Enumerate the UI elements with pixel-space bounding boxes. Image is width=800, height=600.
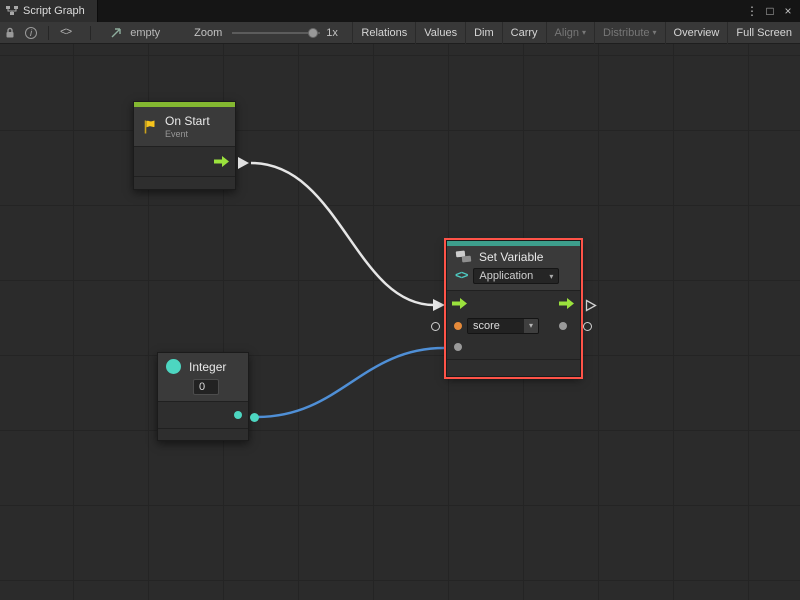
integer-type-icon: [166, 359, 181, 374]
node-subtitle: Event: [165, 129, 210, 139]
graph-icon: [6, 6, 18, 16]
info-icon[interactable]: i: [20, 22, 42, 44]
relations-button[interactable]: Relations: [352, 22, 415, 44]
on-start-port-row: [134, 147, 235, 176]
distribute-button: Distribute ▾: [594, 22, 664, 44]
selection-arrow-icon: [105, 22, 127, 44]
graph-canvas[interactable]: [0, 44, 800, 600]
variables-icon: [455, 250, 473, 264]
toolbar-separator: [48, 26, 49, 40]
connection-start-dot[interactable]: [250, 413, 259, 422]
chevron-down-icon[interactable]: ▾: [524, 319, 538, 333]
code-toggle-icon[interactable]: <>: [55, 22, 76, 44]
on-start-header: On Start Event: [134, 107, 235, 147]
zoom-label: Zoom: [194, 27, 222, 39]
control-output-port[interactable]: [559, 298, 574, 309]
node-title: Set Variable: [479, 250, 543, 264]
node-on-start[interactable]: On Start Event: [133, 101, 236, 190]
align-button: Align ▾: [546, 22, 594, 44]
variable-scope-dropdown[interactable]: Application ▾: [473, 268, 559, 284]
node-set-variable[interactable]: Set Variable <> Application ▾ score: [446, 240, 581, 377]
control-output-port[interactable]: [214, 156, 229, 167]
variable-name-field[interactable]: score ▾: [467, 318, 539, 334]
zoom-slider-track: [232, 32, 320, 34]
set-variable-value-row: [447, 337, 580, 359]
chevron-down-icon: ▾: [549, 272, 553, 281]
output-connect-triangle[interactable]: [585, 299, 597, 312]
tab-title: Script Graph: [23, 5, 85, 17]
overview-button[interactable]: Overview: [665, 22, 728, 44]
integer-value-field[interactable]: 0: [193, 379, 219, 395]
full-screen-button[interactable]: Full Screen: [727, 22, 800, 44]
node-title: On Start: [165, 114, 210, 128]
set-variable-footer: [447, 359, 580, 375]
dim-button[interactable]: Dim: [465, 22, 502, 44]
input-connect-circle[interactable]: [431, 322, 440, 331]
zoom-slider-knob[interactable]: [308, 28, 318, 38]
integer-header: Integer 0: [158, 353, 248, 402]
code-icon: <>: [455, 269, 467, 283]
on-start-footer: [134, 176, 235, 189]
set-variable-header: Set Variable <> Application ▾: [447, 246, 580, 291]
carry-button[interactable]: Carry: [502, 22, 546, 44]
variable-name-port[interactable]: [454, 322, 462, 330]
chevron-down-icon: ▾: [582, 28, 586, 37]
value-output-port[interactable]: [559, 322, 567, 330]
node-title: Integer: [189, 360, 226, 374]
toolbar-buttons: Relations Values Dim Carry Align ▾ Distr…: [352, 22, 800, 44]
graph-toolbar: i <> empty Zoom 1x Relations Values Dim: [0, 22, 800, 44]
zoom-value: 1x: [326, 27, 338, 39]
title-bar: Script Graph ⋮ □ ×: [0, 0, 800, 22]
value-input-port[interactable]: [454, 343, 462, 351]
set-variable-control-row: [447, 291, 580, 315]
output-connect-circle[interactable]: [583, 322, 592, 331]
selection-status-label: empty: [130, 27, 160, 39]
zoom-slider[interactable]: [232, 26, 320, 40]
toolbar-separator: [90, 26, 91, 40]
connection-start-triangle[interactable]: [238, 157, 249, 169]
close-icon[interactable]: ×: [780, 2, 796, 20]
script-graph-window: Script Graph ⋮ □ × i <> empty Zoom: [0, 0, 800, 600]
window-controls: ⋮ □ ×: [744, 2, 800, 20]
control-input-port[interactable]: [452, 298, 467, 309]
lock-icon[interactable]: [0, 22, 20, 44]
flag-icon: [142, 119, 158, 135]
values-button[interactable]: Values: [415, 22, 465, 44]
maximize-icon[interactable]: □: [762, 2, 778, 20]
integer-port-row: [158, 402, 248, 428]
set-variable-name-row: score ▾: [447, 315, 580, 337]
integer-footer: [158, 428, 248, 441]
chevron-down-icon: ▾: [653, 28, 657, 37]
window-menu-icon[interactable]: ⋮: [744, 2, 760, 20]
node-integer[interactable]: Integer 0: [157, 352, 249, 441]
tab-script-graph[interactable]: Script Graph: [0, 0, 98, 22]
integer-output-port[interactable]: [234, 411, 242, 419]
